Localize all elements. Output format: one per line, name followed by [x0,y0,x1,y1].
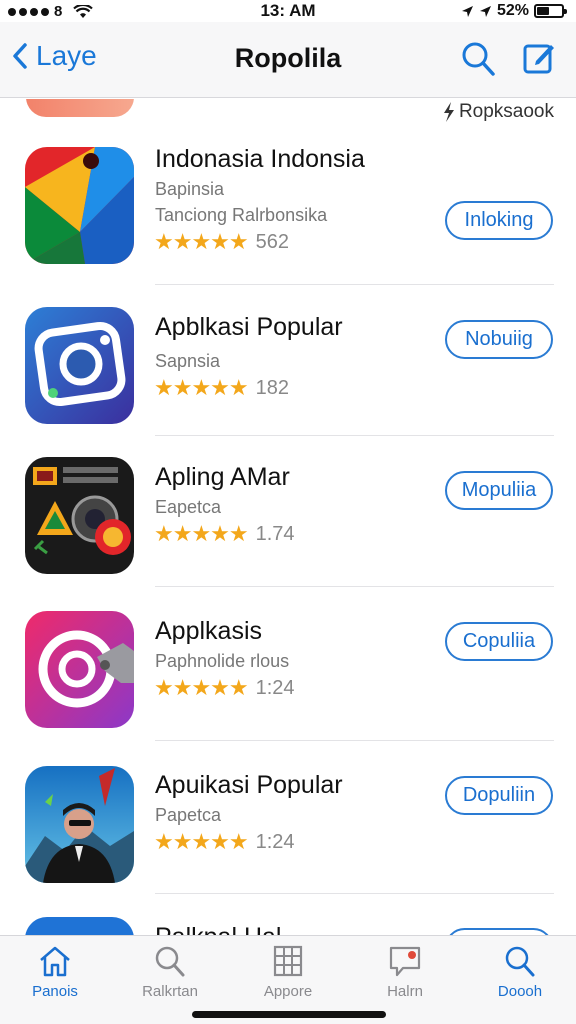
divider [155,284,554,285]
rating: ★★★★★ 562 [154,229,289,255]
home-indicator[interactable] [192,1011,386,1018]
list-item[interactable]: Apblkasi Popular Sapnsia ★★★★★ 182 Nobui… [0,299,576,450]
app-name: Apblkasi Popular [155,313,343,341]
app-category: Sapnsia [155,351,221,371]
tab-label: Doooh [497,983,543,1000]
get-button[interactable]: Nobuiig [445,320,553,359]
app-subtitle: Tanciong Ralrbonsika [155,205,328,225]
search-icon[interactable] [460,40,496,78]
app-category: Bapinsia [155,179,225,199]
partial-app-icon[interactable] [26,99,134,117]
rating-count: 1.74 [255,522,295,545]
list-item[interactable]: Applkasis Paphnolide rlous ★★★★★ 1:24 Co… [0,603,576,754]
get-button[interactable] [445,928,553,935]
star-rating: ★★★★★ [154,229,249,254]
tab-label: Ralkrtan [142,983,198,1000]
divider [155,435,554,436]
app-name: Applkasis [155,617,262,645]
grid-icon [273,945,303,977]
rating: ★★★★★ 1.74 [154,521,295,547]
search-icon [505,946,535,977]
compose-icon[interactable] [522,40,556,76]
person-app-icon[interactable] [25,766,134,883]
list-item[interactable]: Indonasia Indonsia Bapinsia Tanciong Ral… [0,139,576,290]
battery-level [537,7,550,15]
search-icon [155,946,185,977]
tab-apps[interactable]: Appore [238,944,338,1000]
divider [155,740,554,741]
navigation-bar: Laye Ropolila [0,22,576,98]
game-controller-app-icon[interactable] [25,457,134,574]
partial-app-icon[interactable] [25,917,134,935]
star-rating: ★★★★★ [154,675,249,700]
get-button[interactable]: Copuliia [445,622,553,661]
status-bar: 8 13: AM 52% [0,0,576,22]
app-category: Paphnolide rlous [155,651,290,671]
status-right: 52% [461,2,567,20]
list-item[interactable]: Apuikasi Popular Papetca ★★★★★ 1:24 Dopu… [0,757,576,908]
battery-percent: 52% [496,2,529,19]
location-icon [461,5,473,17]
divider [155,586,554,587]
message-icon [389,946,421,977]
ring-app-icon[interactable] [25,611,134,728]
bolt-icon [443,102,454,122]
app-name: Apling AMar [155,463,290,491]
rating-count: 1:24 [255,830,295,853]
rating: ★★★★★ 182 [154,375,289,401]
app-category: Papetca [155,805,222,825]
colorful-triangle-app-icon[interactable] [25,147,134,264]
star-rating: ★★★★★ [154,375,249,400]
rating: ★★★★★ 1:24 [154,675,295,701]
rating-count: 182 [255,376,289,399]
rating: ★★★★★ 1:24 [154,829,295,855]
tab-label: Appore [263,983,313,1000]
app-name: Indonasia Indonsia [155,145,365,173]
battery-icon [534,4,567,18]
tab-home[interactable]: Panois [5,944,105,1000]
app-name: Apuikasi Popular [155,771,343,799]
rating-count: 1:24 [255,676,295,699]
app-list[interactable]: Ropksaook Indonasia Indonsia Bapinsia Ta… [0,99,576,935]
location-icon [479,5,491,17]
tab-label: Halrn [387,983,423,1000]
tab-search[interactable]: Ralkrtan [120,944,220,1000]
camera-app-icon[interactable] [25,307,134,424]
star-rating: ★★★★★ [154,521,249,546]
get-button[interactable]: Mopuliia [445,471,553,510]
divider [155,893,554,894]
home-icon [40,946,70,977]
star-rating: ★★★★★ [154,829,249,854]
list-item[interactable]: Palkpal Hal [0,911,576,935]
list-item[interactable]: Apling AMar Eapetca ★★★★★ 1.74 Mopuliia [0,451,576,602]
rating-count: 562 [255,230,289,253]
get-button[interactable]: Inloking [445,201,553,240]
tab-messages[interactable]: Halrn [355,944,455,1000]
app-name: Palkpal Hal [155,923,281,935]
top-link-label: Ropksaook [458,101,554,122]
tab-search-active[interactable]: Doooh [470,944,570,1000]
get-button[interactable]: Dopuliin [445,776,553,815]
tab-label: Panois [32,983,78,1000]
top-link[interactable]: Ropksaook [443,101,554,123]
app-category: Eapetca [155,497,222,517]
